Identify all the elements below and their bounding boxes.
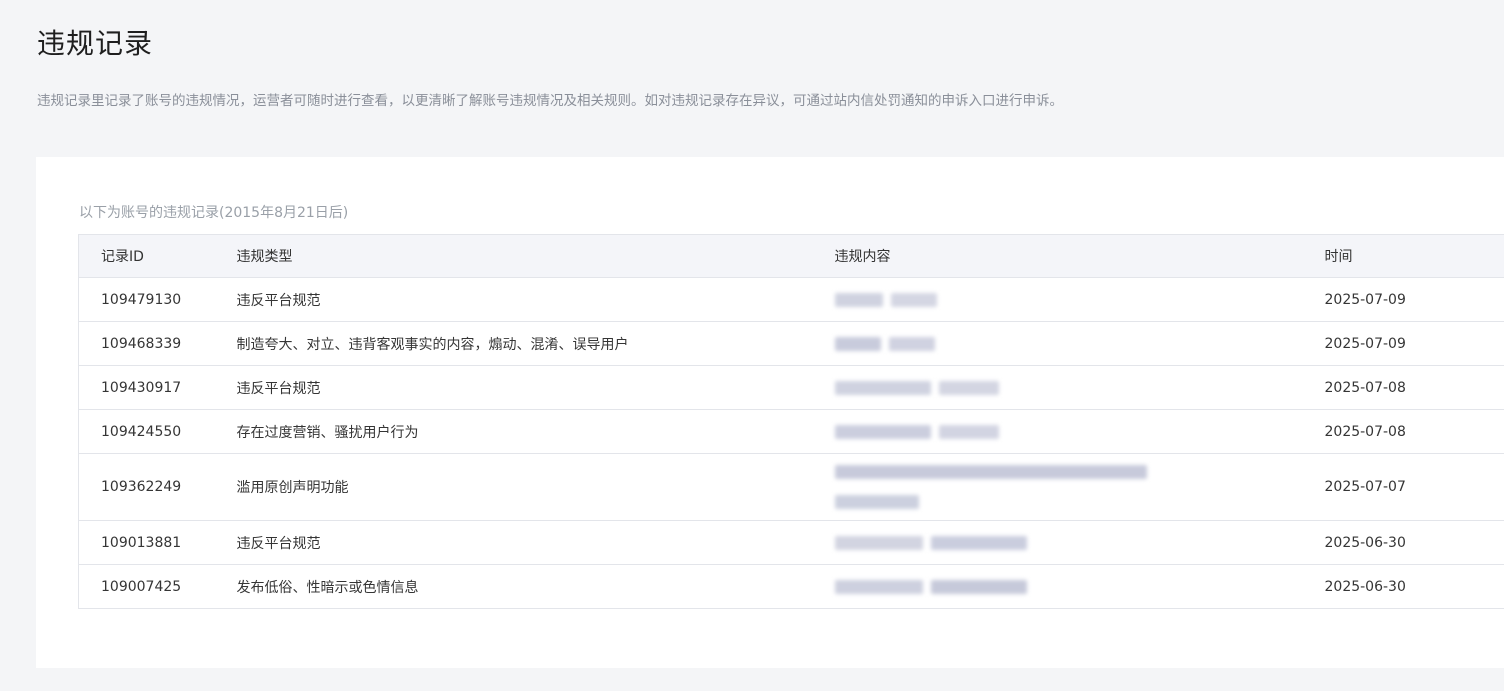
record-id: 109362249 [78, 453, 237, 521]
records-table: 记录ID 违规类型 违规内容 时间 109479130 违反平台规范 2025-… [78, 234, 1504, 609]
record-content-redacted [834, 409, 1325, 454]
column-header-content: 违规内容 [834, 234, 1325, 278]
record-type: 违反平台规范 [236, 365, 835, 410]
table-row: 109362249 滥用原创声明功能 2025-07-07 [78, 453, 1504, 521]
redacted-text [834, 380, 931, 395]
record-content-redacted [834, 520, 1325, 565]
redacted-text [834, 465, 1147, 479]
column-header-id: 记录ID [78, 234, 237, 278]
record-content-redacted [834, 321, 1325, 366]
table-row: 109013881 违反平台规范 2025-06-30 [78, 520, 1504, 565]
record-id: 109007425 [78, 564, 237, 609]
redacted-text [930, 579, 1027, 594]
redacted-text [834, 424, 931, 439]
record-time: 2025-06-30 [1324, 520, 1504, 565]
record-content-redacted [834, 277, 1325, 322]
record-type: 滥用原创声明功能 [236, 453, 835, 521]
table-row: 109007425 发布低俗、性暗示或色情信息 2025-06-30 [78, 564, 1504, 609]
column-header-time: 时间 [1324, 234, 1504, 278]
redacted-text [834, 495, 919, 509]
record-time: 2025-06-30 [1324, 564, 1504, 609]
table-row: 109468339 制造夸大、对立、违背客观事实的内容，煽动、混淆、误导用户 2… [78, 321, 1504, 366]
record-id: 109468339 [78, 321, 237, 366]
table-row: 109424550 存在过度营销、骚扰用户行为 2025-07-08 [78, 409, 1504, 454]
record-type: 制造夸大、对立、违背客观事实的内容，煽动、混淆、误导用户 [236, 321, 835, 366]
redacted-text [938, 424, 999, 439]
redacted-text [834, 535, 923, 550]
page-description: 违规记录里记录了账号的违规情况，运营者可随时进行查看，以更清晰了解账号违规情况及… [37, 93, 1063, 109]
record-id: 109479130 [78, 277, 237, 322]
redacted-text [834, 579, 923, 594]
redacted-text [938, 380, 999, 395]
table-row: 109479130 违反平台规范 2025-07-09 [78, 277, 1504, 322]
record-content-redacted [834, 564, 1325, 609]
record-type: 违反平台规范 [236, 277, 835, 322]
record-type: 违反平台规范 [236, 520, 835, 565]
records-caption: 以下为账号的违规记录(2015年8月21日后) [79, 205, 349, 221]
page-title: 违规记录 [37, 27, 154, 60]
record-time: 2025-07-09 [1324, 321, 1504, 366]
table-header-row: 记录ID 违规类型 违规内容 时间 [78, 234, 1504, 278]
record-content-redacted [834, 365, 1325, 410]
redacted-text [890, 292, 937, 307]
record-time: 2025-07-08 [1324, 365, 1504, 410]
record-id: 109424550 [78, 409, 237, 454]
redacted-text [888, 336, 935, 351]
record-time: 2025-07-08 [1324, 409, 1504, 454]
column-header-type: 违规类型 [236, 234, 835, 278]
records-card: 以下为账号的违规记录(2015年8月21日后) 记录ID 违规类型 违规内容 时… [36, 157, 1504, 668]
record-time: 2025-07-09 [1324, 277, 1504, 322]
record-type: 存在过度营销、骚扰用户行为 [236, 409, 835, 454]
record-id: 109013881 [78, 520, 237, 565]
record-time: 2025-07-07 [1324, 453, 1504, 521]
record-content-redacted [834, 453, 1325, 521]
redacted-text [930, 535, 1027, 550]
redacted-text [834, 336, 881, 351]
redacted-text [834, 292, 883, 307]
table-row: 109430917 违反平台规范 2025-07-08 [78, 365, 1504, 410]
record-type: 发布低俗、性暗示或色情信息 [236, 564, 835, 609]
record-id: 109430917 [78, 365, 237, 410]
